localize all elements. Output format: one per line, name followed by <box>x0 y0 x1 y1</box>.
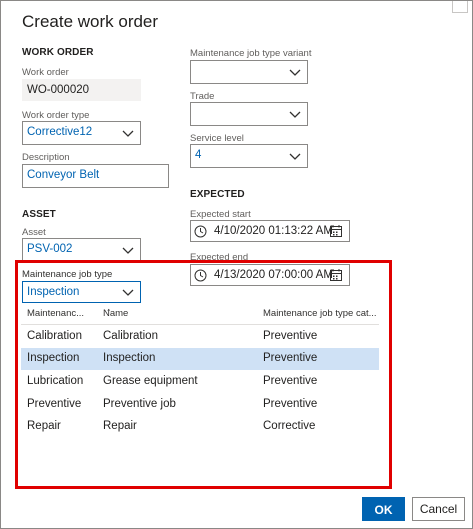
row-id: Lubrication <box>27 375 84 387</box>
asset-value: PSV-002 <box>27 243 73 255</box>
row-category: Preventive <box>263 330 318 342</box>
column-header-category[interactable]: Maintenance job type cat... <box>263 308 377 319</box>
row-category: Corrective <box>263 420 316 432</box>
service-level-value: 4 <box>195 149 202 161</box>
row-name: Repair <box>103 420 137 432</box>
row-id: Repair <box>27 420 61 432</box>
row-id: Calibration <box>27 330 82 342</box>
dialog-title: Create work order <box>22 12 159 31</box>
chevron-down-icon[interactable] <box>121 285 135 299</box>
create-work-order-dialog: Create work order WORK ORDER Work order … <box>0 0 473 529</box>
calendar-icon[interactable] <box>329 224 343 238</box>
row-name: Calibration <box>103 330 158 342</box>
chevron-down-icon[interactable] <box>288 149 302 163</box>
description-value: Conveyor Belt <box>27 169 100 181</box>
trade-select[interactable] <box>190 102 308 126</box>
clock-icon <box>194 225 207 238</box>
row-name: Preventive job <box>103 398 176 410</box>
work-order-value: WO-000020 <box>27 84 90 96</box>
service-level-select[interactable]: 4 <box>190 144 308 168</box>
expected-start-field[interactable]: 4/10/2020 01:13:22 AM <box>190 220 350 242</box>
maintenance-job-type-value: Inspection <box>27 286 80 298</box>
column-header-name[interactable]: Name <box>103 308 128 319</box>
grid-row-inspection[interactable]: Inspection Inspection Preventive <box>21 348 379 370</box>
row-category: Preventive <box>263 398 318 410</box>
grid-row-repair[interactable]: Repair Repair Corrective <box>21 416 379 438</box>
row-id: Inspection <box>27 352 80 364</box>
row-name: Inspection <box>103 352 156 364</box>
service-level-label: Service level <box>190 133 244 144</box>
row-id: Preventive <box>27 398 82 410</box>
job-type-variant-select[interactable] <box>190 60 308 84</box>
chevron-down-icon[interactable] <box>121 243 135 257</box>
row-category: Preventive <box>263 375 318 387</box>
expected-heading: EXPECTED <box>190 189 245 200</box>
row-category: Preventive <box>263 352 318 364</box>
work-order-type-label: Work order type <box>22 110 90 121</box>
description-label: Description <box>22 152 70 163</box>
close-button[interactable] <box>452 1 468 13</box>
grid-row-lubrication[interactable]: Lubrication Grease equipment Preventive <box>21 371 379 393</box>
trade-label: Trade <box>190 91 215 102</box>
job-type-variant-label: Maintenance job type variant <box>190 48 312 59</box>
grid-row-preventive[interactable]: Preventive Preventive job Preventive <box>21 394 379 416</box>
work-order-type-select[interactable]: Corrective12 <box>22 121 141 145</box>
chevron-down-icon[interactable] <box>121 126 135 140</box>
maintenance-job-type-select[interactable]: Inspection <box>22 281 141 303</box>
expected-start-label: Expected start <box>190 209 251 220</box>
asset-select[interactable]: PSV-002 <box>22 238 141 262</box>
asset-label: Asset <box>22 227 46 238</box>
row-name: Grease equipment <box>103 375 198 387</box>
ok-button[interactable]: OK <box>362 497 405 521</box>
work-order-label: Work order <box>22 67 69 78</box>
column-header-id[interactable]: Maintenanc... <box>27 308 84 319</box>
chevron-down-icon[interactable] <box>288 107 302 121</box>
cancel-button[interactable]: Cancel <box>412 497 465 521</box>
chevron-down-icon[interactable] <box>288 65 302 79</box>
maintenance-job-type-label: Maintenance job type <box>22 269 113 280</box>
expected-start-value: 4/10/2020 01:13:22 AM <box>214 225 333 237</box>
asset-heading: ASSET <box>22 209 56 220</box>
work-order-heading: WORK ORDER <box>22 47 94 58</box>
work-order-field: WO-000020 <box>22 79 141 101</box>
grid-row-calibration[interactable]: Calibration Calibration Preventive <box>21 326 379 348</box>
work-order-type-value: Corrective12 <box>27 126 93 138</box>
description-input[interactable]: Conveyor Belt <box>22 164 169 188</box>
lookup-grid-header: Maintenanc... ↑ Name Maintenance job typ… <box>21 303 379 325</box>
